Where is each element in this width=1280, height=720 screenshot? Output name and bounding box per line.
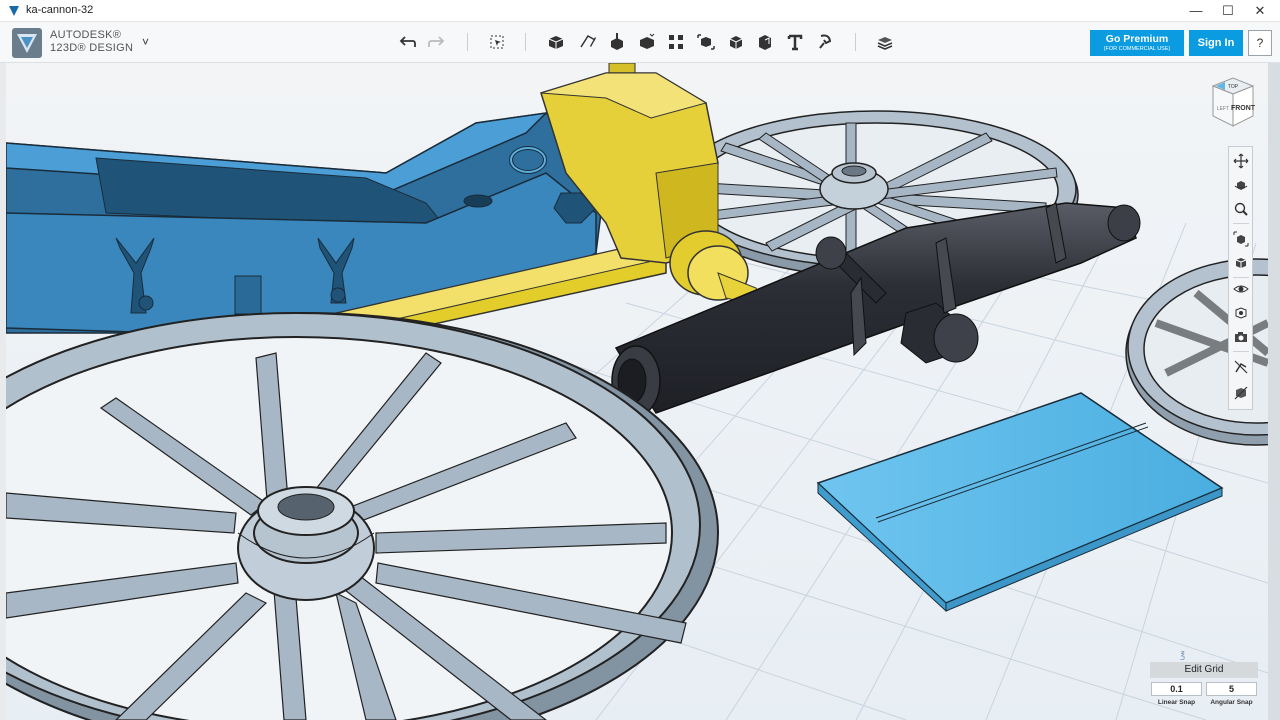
- hide-mesh-icon[interactable]: [1231, 383, 1251, 403]
- go-premium-label: Go Premium: [1105, 33, 1169, 45]
- combine-icon[interactable]: [725, 31, 747, 53]
- 3d-viewport[interactable]: [6, 63, 1268, 720]
- go-premium-button[interactable]: Go Premium (FOR COMMERCIAL USE): [1090, 30, 1184, 56]
- transform-icon[interactable]: [486, 31, 508, 53]
- toolbar-separator: [467, 33, 468, 51]
- app-icon: [9, 6, 19, 16]
- snap-settings-icon[interactable]: ℥: [1180, 650, 1185, 661]
- zoom-icon[interactable]: [1231, 199, 1251, 219]
- navbar-separator: [1233, 277, 1249, 278]
- grid-settings-panel: ℥ Edit Grid 0.1 5 Linear Snap Angular Sn…: [1150, 648, 1258, 714]
- app-menu-chevron-icon[interactable]: ˅: [142, 35, 149, 49]
- brand-autodesk: AUTODESK®: [50, 29, 122, 41]
- material-icon[interactable]: [874, 31, 896, 53]
- go-premium-sublabel: (FOR COMMERCIAL USE): [1103, 46, 1171, 52]
- angular-snap-label: Angular Snap: [1210, 699, 1253, 706]
- brand-product: 123D® DESIGN: [50, 42, 134, 54]
- modify-icon[interactable]: [636, 31, 658, 53]
- viewcube-top-label[interactable]: TOP: [1228, 84, 1239, 90]
- maximize-button[interactable]: ☐: [1212, 0, 1244, 22]
- view-cube[interactable]: TOP FRONT LEFT: [1203, 72, 1259, 132]
- right-window-edge: [1268, 63, 1280, 720]
- 3d-scene[interactable]: [6, 63, 1268, 720]
- redo-icon[interactable]: [425, 31, 447, 53]
- camera-icon[interactable]: [1231, 327, 1251, 347]
- grouping-icon[interactable]: [695, 31, 717, 53]
- title-bar: ka-cannon-32 — ☐ ✕: [0, 0, 1280, 22]
- edit-grid-button[interactable]: Edit Grid: [1150, 662, 1258, 678]
- minimize-button[interactable]: —: [1180, 0, 1212, 22]
- linear-snap-label: Linear Snap: [1157, 699, 1196, 706]
- pan-icon[interactable]: [1231, 151, 1251, 171]
- navigation-bar: [1228, 146, 1253, 410]
- toolbar-separator: [855, 33, 856, 51]
- text-icon[interactable]: [784, 31, 806, 53]
- visibility-icon[interactable]: [1231, 279, 1251, 299]
- app-window: ka-cannon-32 — ☐ ✕ AUTODESK® 123D® DESIG…: [0, 0, 1280, 720]
- undo-icon[interactable]: [397, 31, 419, 53]
- fit-icon[interactable]: [1231, 229, 1251, 249]
- close-button[interactable]: ✕: [1244, 0, 1276, 22]
- toolbar-separator: [525, 33, 526, 51]
- hide-sketch-icon[interactable]: [1231, 357, 1251, 377]
- linear-snap-input[interactable]: 0.1: [1151, 682, 1202, 696]
- help-button[interactable]: ?: [1248, 30, 1272, 56]
- orbit-icon[interactable]: [1231, 175, 1251, 195]
- views-icon[interactable]: [1231, 253, 1251, 273]
- materials-outline-icon[interactable]: [1231, 303, 1251, 323]
- navbar-separator: [1233, 351, 1249, 352]
- snap-icon[interactable]: [814, 31, 836, 53]
- window-title: ka-cannon-32: [26, 4, 94, 16]
- pattern-icon[interactable]: [665, 31, 687, 53]
- viewcube-front-label[interactable]: FRONT: [1231, 105, 1256, 112]
- primitives-icon[interactable]: [545, 31, 567, 53]
- sketch-icon[interactable]: [577, 31, 599, 53]
- measure-icon[interactable]: [754, 31, 776, 53]
- app-logo-icon[interactable]: [12, 28, 42, 58]
- viewcube-left-label[interactable]: LEFT: [1217, 106, 1229, 112]
- construct-icon[interactable]: [606, 31, 628, 53]
- navbar-separator: [1233, 223, 1249, 224]
- main-toolbar: AUTODESK® 123D® DESIGN ˅ Go Premium (FOR…: [0, 22, 1280, 63]
- sign-in-button[interactable]: Sign In: [1189, 30, 1243, 56]
- angular-snap-input[interactable]: 5: [1206, 682, 1257, 696]
